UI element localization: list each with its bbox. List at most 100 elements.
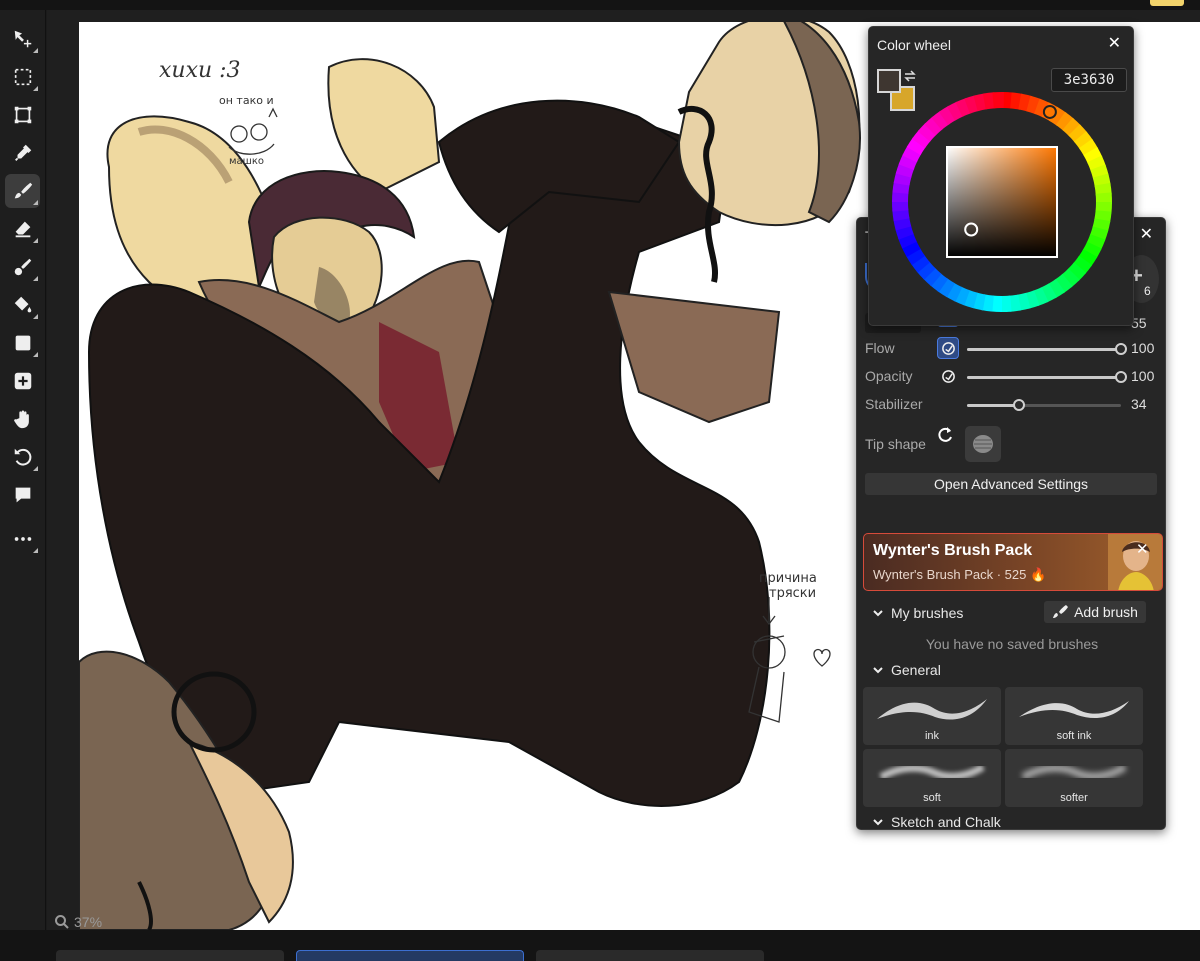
sketch-and-chalk-section-toggle[interactable]: Sketch and Chalk	[873, 814, 1001, 830]
select-tool-button[interactable]	[5, 60, 40, 94]
hex-input[interactable]: 3e3630	[1051, 68, 1127, 92]
chevron-down-icon	[873, 667, 883, 674]
my-brushes-label: My brushes	[891, 605, 964, 621]
flame-icon: 🔥	[1030, 567, 1047, 582]
foreground-color-swatch[interactable]	[877, 69, 901, 93]
reset-tip-icon[interactable]	[935, 425, 955, 445]
notification-badge[interactable]	[1150, 0, 1184, 6]
chevron-down-icon	[873, 819, 883, 826]
zoom-level: 37%	[74, 914, 103, 930]
setting-label-flow: Flow	[865, 340, 895, 356]
eyedropper-tool-button[interactable]	[5, 136, 40, 170]
sketch-note-small-top: он тако и	[219, 94, 274, 107]
chevron-down-icon	[873, 610, 883, 617]
brush-pack-banner[interactable]: Wynter's Brush Pack Wynter's Brush Pack …	[863, 533, 1163, 591]
color-wheel-panel: Color wheel ✕ 3e3630	[868, 26, 1134, 326]
speech-bubble-icon	[15, 487, 30, 503]
brush-preset-soft[interactable]: soft	[863, 749, 1001, 807]
tip-shape-preview[interactable]	[965, 426, 1001, 462]
preset-count: 6	[1144, 284, 1151, 298]
app-window: он тако и машко хихи :3 причина тряски 3…	[0, 0, 1200, 961]
more-tools-button[interactable]	[5, 522, 40, 556]
eraser-icon	[15, 221, 30, 238]
comment-tool-button[interactable]	[5, 478, 40, 512]
slider-stabilizer[interactable]	[967, 399, 1121, 411]
swap-colors-icon[interactable]	[903, 69, 917, 83]
slider-knob[interactable]	[1013, 399, 1026, 411]
setting-value-opacity: 100	[1131, 368, 1155, 384]
color-wheel[interactable]	[891, 91, 1113, 313]
brush-pack-close-button[interactable]: ✕	[1136, 540, 1149, 558]
no-brushes-note: You have no saved brushes	[925, 636, 1099, 652]
slider-knob[interactable]	[1115, 371, 1127, 383]
brush-name: softer	[1060, 792, 1088, 804]
sketch-note-bottom-right-2: тряски	[769, 586, 816, 601]
sketch-note-small-bottom: машко	[229, 156, 264, 167]
open-advanced-settings-button[interactable]: Open Advanced Settings	[865, 473, 1157, 495]
pressure-toggle-opacity[interactable]	[937, 365, 959, 387]
smudge-icon	[14, 258, 31, 276]
color-wheel-title: Color wheel	[877, 37, 951, 53]
add-brush-button[interactable]: Add brush	[1044, 601, 1146, 623]
add-layer-tool-button[interactable]	[5, 364, 40, 398]
paint-bucket-icon	[14, 296, 31, 313]
shape-tool-button[interactable]	[5, 326, 40, 360]
sketch-note-top-left: хихи :3	[159, 58, 241, 83]
color-wheel-close-button[interactable]: ✕	[1108, 36, 1121, 52]
top-bar	[0, 0, 1200, 10]
soft-ink-stroke-icon	[1019, 701, 1129, 719]
bottom-tab-strip	[0, 930, 1200, 961]
slider-knob[interactable]	[1115, 343, 1127, 355]
move-tool-button[interactable]	[5, 22, 40, 56]
brush-panel-close-button[interactable]: ✕	[1140, 227, 1153, 243]
ink-stroke-icon	[877, 699, 987, 720]
slider-opacity[interactable]	[967, 371, 1127, 383]
tip-texture-icon	[973, 435, 993, 453]
plus-square-icon	[14, 372, 31, 390]
brush-add-icon	[1053, 605, 1069, 618]
brush-preset-softer[interactable]: softer	[1005, 749, 1143, 807]
sketch-note-bottom-right-1: причина	[759, 571, 817, 586]
general-section-toggle[interactable]: General	[873, 662, 941, 678]
setting-value-stabilizer: 34	[1131, 396, 1147, 412]
soft-stroke-icon	[879, 763, 985, 781]
general-label: General	[891, 662, 941, 678]
brush-tool-button[interactable]	[5, 174, 40, 208]
hand-tool-button[interactable]	[5, 402, 40, 436]
transform-icon	[14, 106, 31, 124]
document-tab-2[interactable]	[296, 950, 524, 961]
setting-label-stabilizer: Stabilizer	[865, 396, 923, 412]
pressure-toggle-flow[interactable]	[937, 337, 959, 359]
zoom-indicator[interactable]: 37%	[54, 914, 102, 930]
softer-stroke-icon	[1021, 763, 1127, 781]
fill-tool-button[interactable]	[5, 288, 40, 322]
tool-sidebar	[0, 10, 46, 930]
more-dots-icon	[14, 537, 31, 541]
brush-pack-subtitle: Wynter's Brush Pack · 525 🔥	[873, 567, 1047, 582]
brush-icon	[14, 182, 32, 199]
rotate-tool-button[interactable]	[5, 440, 40, 474]
brush-name: ink	[924, 730, 940, 742]
marquee-icon	[14, 68, 31, 86]
smudge-tool-button[interactable]	[5, 250, 40, 284]
document-tab-1[interactable]	[56, 950, 284, 961]
transform-tool-button[interactable]	[5, 98, 40, 132]
brush-name: soft ink	[1056, 730, 1092, 742]
move-icon	[14, 30, 31, 48]
tip-shape-label: Tip shape	[865, 436, 926, 452]
pressure-icon	[941, 341, 955, 355]
slider-flow[interactable]	[967, 343, 1127, 355]
rectangle-icon	[15, 335, 30, 351]
add-brush-label: Add brush	[1074, 604, 1138, 620]
brush-preset-ink[interactable]: ink	[863, 687, 1001, 745]
hue-marker[interactable]	[1042, 104, 1057, 119]
eyedropper-icon	[14, 144, 31, 161]
brush-pack-title: Wynter's Brush Pack	[873, 542, 1033, 559]
magnifier-icon	[55, 915, 69, 929]
pressure-icon	[941, 369, 955, 383]
setting-label-opacity: Opacity	[865, 368, 913, 384]
eraser-tool-button[interactable]	[5, 212, 40, 246]
document-tab-3[interactable]	[536, 950, 764, 961]
brush-preset-soft-ink[interactable]: soft ink	[1005, 687, 1143, 745]
my-brushes-section-toggle[interactable]: My brushes	[873, 605, 963, 621]
